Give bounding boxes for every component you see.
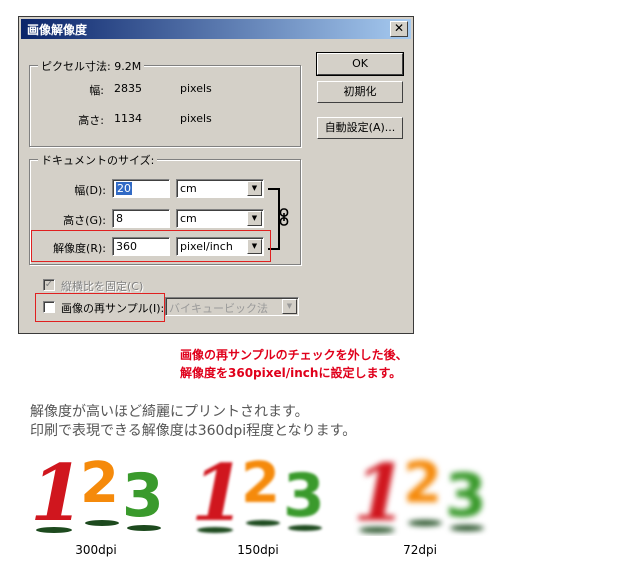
- doc-width-unit: cm: [180, 182, 197, 195]
- annotation-line-2: 解像度を360pixel/inchに設定します。: [180, 366, 402, 380]
- digit-2: 2: [241, 451, 280, 516]
- shadow-2: [408, 520, 442, 526]
- resample-highlight: [35, 293, 165, 322]
- auto-button[interactable]: 自動設定(A)...: [317, 117, 403, 139]
- doc-width-unit-select[interactable]: cm ▼: [176, 179, 264, 198]
- digit-1: 1: [191, 448, 245, 536]
- resample-method: バイキュービック法: [169, 302, 268, 315]
- document-size-label: ドキュメントのサイズ:: [38, 152, 158, 168]
- doc-height-input[interactable]: 8: [112, 209, 170, 228]
- sample-72dpi: 1 2 3: [353, 448, 487, 536]
- pixel-dimensions-label: ピクセル寸法: 9.2M: [38, 58, 145, 74]
- digit-3: 3: [283, 461, 325, 531]
- digit-3: 3: [122, 461, 164, 531]
- close-icon: ✕: [393, 21, 405, 35]
- chevron-down-icon[interactable]: ▼: [247, 211, 262, 226]
- digit-2: 2: [80, 451, 119, 516]
- sample-150dpi-label: 150dpi: [237, 543, 279, 557]
- pixel-width-value: 2835: [114, 82, 142, 95]
- shadow-2: [85, 520, 119, 526]
- reset-button[interactable]: 初期化: [317, 81, 403, 103]
- pixel-width-label: 幅:: [89, 84, 104, 97]
- description-line-2: 印刷で表現できる解像度は360dpi程度となります。: [30, 423, 357, 439]
- pixel-height-unit: pixels: [180, 112, 212, 125]
- annotation-line-1: 画像の再サンプルのチェックを外した後、: [180, 348, 408, 362]
- sample-300dpi: 1 2 3: [30, 448, 164, 536]
- image-size-dialog: 画像解像度 ✕ ピクセル寸法: 9.2M 幅: 2835 pixels 高さ: …: [18, 16, 414, 334]
- pixel-height-value: 1134: [114, 112, 142, 125]
- chevron-down-icon[interactable]: ▼: [282, 299, 297, 314]
- doc-height-value: 8: [116, 212, 123, 225]
- doc-height-label: 高さ(G):: [63, 214, 106, 227]
- dialog-title-bar[interactable]: 画像解像度 ✕: [21, 19, 411, 39]
- ok-button[interactable]: OK: [316, 52, 404, 76]
- sample-72dpi-glyphs: 1 2 3: [353, 448, 487, 536]
- digit-2: 2: [403, 451, 442, 516]
- doc-height-unit-select[interactable]: cm ▼: [176, 209, 264, 228]
- pixel-height-label: 高さ:: [78, 114, 104, 127]
- constrain-proportions-checkbox[interactable]: ✓: [43, 279, 55, 291]
- doc-height-unit: cm: [180, 212, 197, 225]
- description-line-1: 解像度が高いほど綺麗にプリントされます。: [30, 404, 309, 420]
- shadow-2: [246, 520, 280, 526]
- resample-method-select[interactable]: バイキュービック法 ▼: [165, 297, 299, 316]
- dialog-title: 画像解像度: [27, 23, 88, 37]
- digit-1: 1: [30, 448, 84, 536]
- sample-150dpi-glyphs: 1 2 3: [191, 448, 325, 536]
- digit-3: 3: [445, 461, 487, 531]
- resolution-highlight: [31, 230, 271, 262]
- close-button[interactable]: ✕: [390, 21, 408, 37]
- sample-300dpi-label: 300dpi: [75, 543, 117, 557]
- pixel-width-unit: pixels: [180, 82, 212, 95]
- sample-150dpi: 1 2 3: [191, 448, 325, 536]
- doc-width-input[interactable]: 20: [112, 179, 170, 198]
- pixel-dimensions-group: ピクセル寸法: 9.2M 幅: 2835 pixels 高さ: 1134 pix…: [29, 58, 301, 147]
- sample-300dpi-glyphs: 1 2 3: [30, 448, 164, 536]
- doc-width-value: 20: [116, 182, 132, 195]
- sample-72dpi-label: 72dpi: [403, 543, 437, 557]
- chain-link-icon: [279, 208, 289, 226]
- digit-1: 1: [353, 448, 407, 536]
- chevron-down-icon[interactable]: ▼: [247, 181, 262, 196]
- doc-width-label: 幅(D):: [74, 184, 106, 197]
- constrain-proportions-label: 縦横比を固定(C): [61, 280, 144, 293]
